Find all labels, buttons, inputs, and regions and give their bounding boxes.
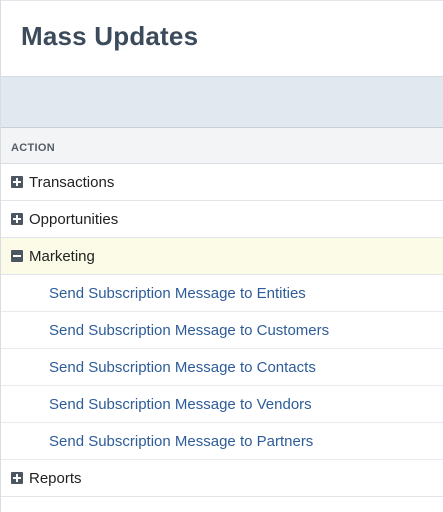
toolbar-band (1, 76, 443, 128)
action-column-header: ACTION (1, 128, 443, 164)
expand-plus-icon[interactable] (11, 213, 23, 225)
category-row-opportunities[interactable]: Opportunities (1, 201, 443, 238)
expand-plus-icon[interactable] (11, 472, 23, 484)
action-link-entities[interactable]: Send Subscription Message to Entities (1, 275, 443, 312)
category-row-reports[interactable]: Reports (1, 460, 443, 497)
mass-updates-panel: Mass Updates ACTION Transactions Opportu… (0, 0, 443, 512)
title-area: Mass Updates (1, 0, 443, 76)
page-title: Mass Updates (21, 21, 199, 51)
category-label: Transactions (29, 173, 115, 191)
action-link-label[interactable]: Send Subscription Message to Contacts (49, 359, 316, 376)
action-link-customers[interactable]: Send Subscription Message to Customers (1, 312, 443, 349)
action-link-contacts[interactable]: Send Subscription Message to Contacts (1, 349, 443, 386)
category-label: Marketing (29, 247, 95, 265)
category-row-transactions[interactable]: Transactions (1, 164, 443, 201)
action-link-partners[interactable]: Send Subscription Message to Partners (1, 423, 443, 460)
action-link-vendors[interactable]: Send Subscription Message to Vendors (1, 386, 443, 423)
action-link-label[interactable]: Send Subscription Message to Entities (49, 285, 306, 302)
action-link-label[interactable]: Send Subscription Message to Partners (49, 433, 313, 450)
category-row-marketing[interactable]: Marketing (1, 238, 443, 275)
action-link-label[interactable]: Send Subscription Message to Customers (49, 322, 329, 339)
action-link-label[interactable]: Send Subscription Message to Vendors (49, 396, 312, 413)
expand-plus-icon[interactable] (11, 176, 23, 188)
category-label: Reports (29, 469, 82, 487)
collapse-minus-icon[interactable] (11, 250, 23, 262)
category-label: Opportunities (29, 210, 119, 228)
